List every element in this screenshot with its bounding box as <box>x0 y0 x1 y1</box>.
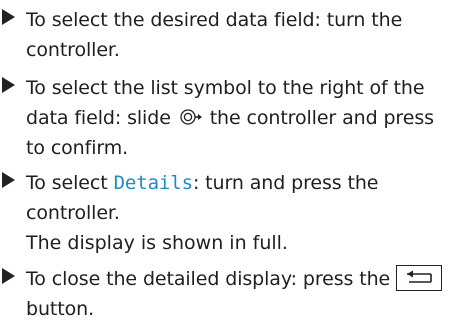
bullet-arrow-icon <box>2 172 15 188</box>
instruction-list: To select the desired data field: turn t… <box>0 0 461 323</box>
step-3-result: The display is shown in full. <box>26 232 288 254</box>
step-4-text-end: button. <box>26 298 95 320</box>
instruction-step-3: To select Details: turn and press the co… <box>0 168 455 258</box>
bullet-arrow-icon <box>2 268 15 284</box>
back-button-symbol <box>396 265 443 291</box>
bullet-arrow-icon <box>2 9 15 25</box>
instruction-step-1: To select the desired data field: turn t… <box>0 5 455 65</box>
instruction-step-4: To close the detailed display: press the… <box>0 264 455 324</box>
step-3-text-start: To select <box>26 172 108 194</box>
controller-slide-right-icon <box>180 108 202 126</box>
back-arrow-icon <box>407 270 432 283</box>
step-1-text: To select the desired data field: turn t… <box>26 9 403 61</box>
bullet-arrow-icon <box>2 77 15 93</box>
step-4-text-start: To close the detailed display: press the <box>26 268 391 290</box>
details-menu-item-label: Details <box>113 172 193 194</box>
instruction-step-2: To select the list symbol to the right o… <box>0 73 455 163</box>
